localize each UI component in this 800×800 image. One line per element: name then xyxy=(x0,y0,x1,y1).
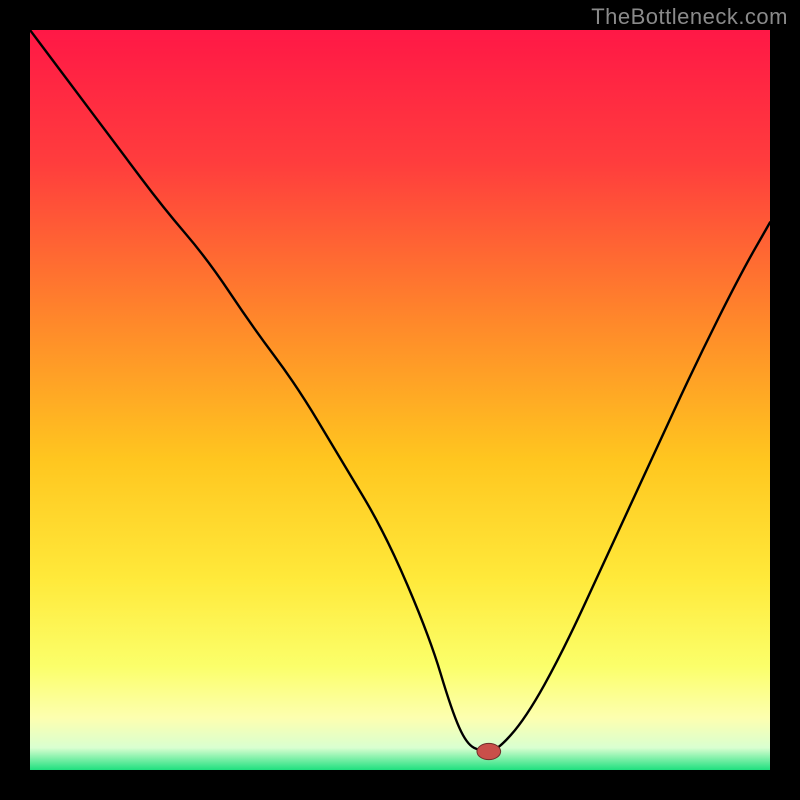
plot-area xyxy=(30,30,770,770)
watermark-text: TheBottleneck.com xyxy=(591,4,788,30)
minimum-marker xyxy=(477,743,501,759)
outer-frame: TheBottleneck.com xyxy=(0,0,800,800)
gradient-background xyxy=(30,30,770,770)
chart-svg xyxy=(30,30,770,770)
